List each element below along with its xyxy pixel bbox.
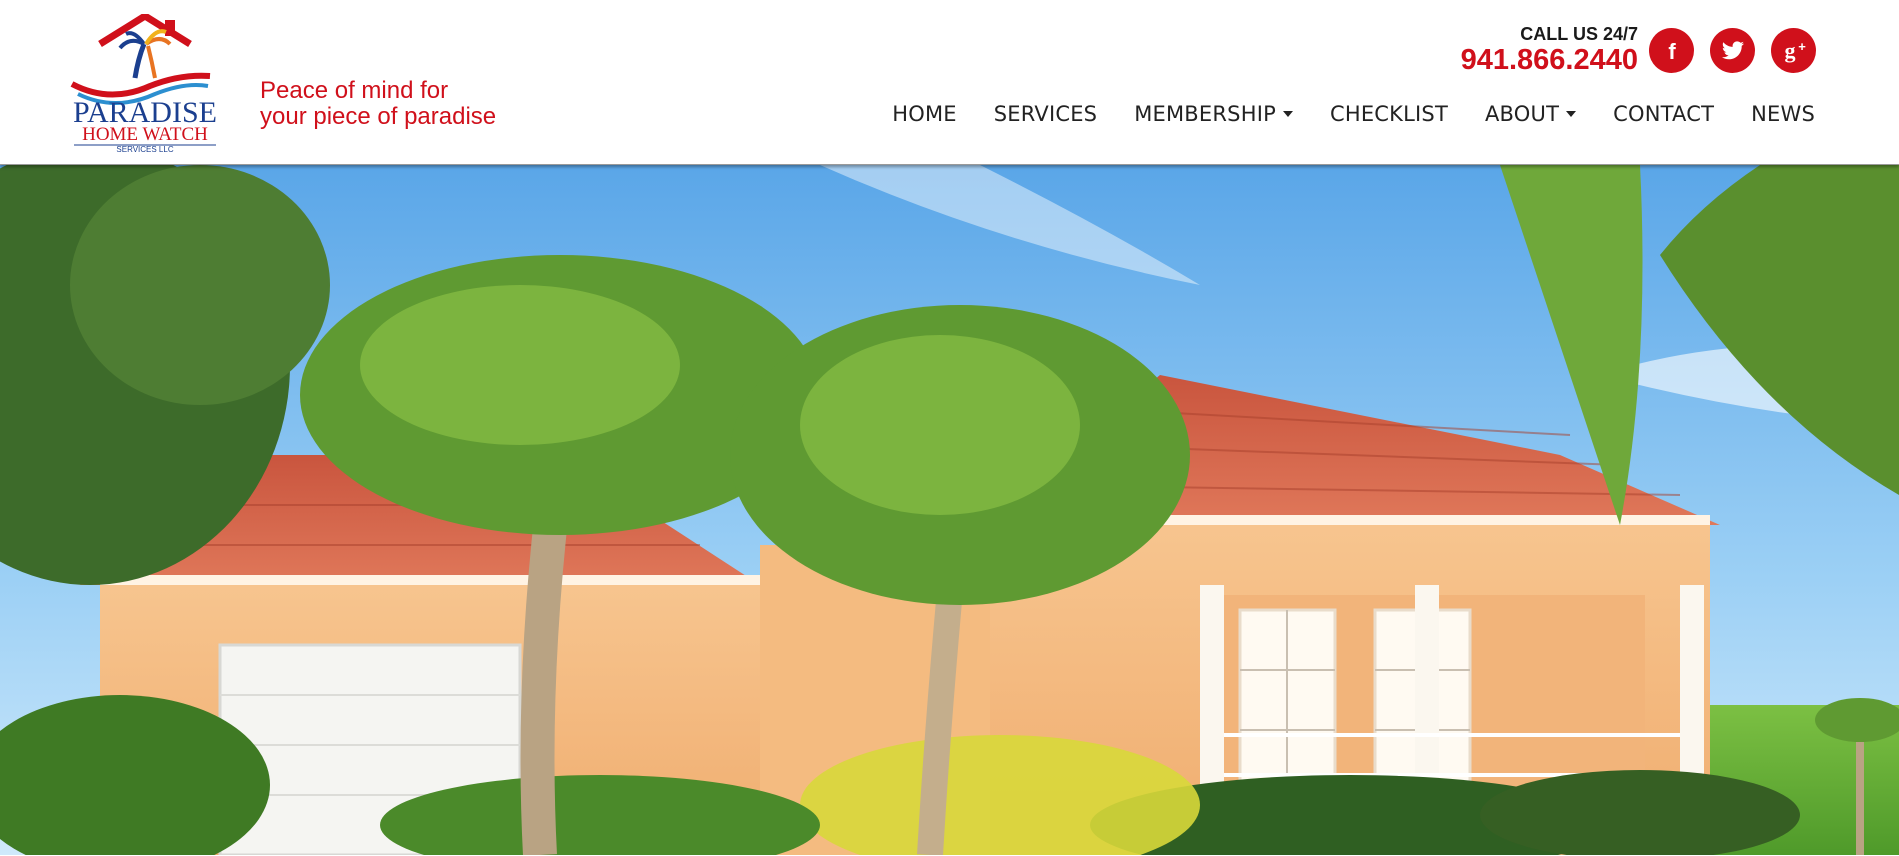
hero-illustration [0, 165, 1899, 855]
nav-home[interactable]: HOME [892, 102, 957, 126]
nav-membership[interactable]: MEMBERSHIP [1134, 102, 1293, 126]
nav-news-label: NEWS [1751, 102, 1815, 126]
nav-services[interactable]: SERVICES [994, 102, 1097, 126]
nav-about-label: ABOUT [1484, 102, 1560, 126]
nav-checklist-label: CHECKLIST [1329, 102, 1448, 126]
hero-image [0, 165, 1899, 855]
main-nav: HOME SERVICES MEMBERSHIP CHECKLIST ABOUT… [855, 102, 1815, 126]
tagline-line-2: your piece of paradise [260, 103, 497, 130]
logo-text-services: SERVICES LLC [116, 145, 173, 154]
tagline: Peace of mind for your piece of paradise [260, 78, 496, 130]
nav-contact[interactable]: CONTACT [1613, 102, 1714, 126]
caret-down-icon [1282, 111, 1293, 117]
twitter-icon[interactable] [1710, 28, 1755, 73]
facebook-icon[interactable]: f [1649, 28, 1694, 73]
site-logo[interactable]: PARADISE HOME WATCH SERVICES LLC [60, 12, 230, 154]
svg-text:f: f [1668, 39, 1676, 63]
tagline-line-1: Peace of mind for [260, 77, 449, 104]
logo-text-home-watch: HOME WATCH [82, 124, 208, 145]
call-us-label: CALL US 24/7 [1520, 24, 1638, 44]
google-plus-icon[interactable]: g + [1771, 28, 1816, 73]
nav-checklist[interactable]: CHECKLIST [1330, 102, 1448, 126]
nav-news[interactable]: NEWS [1751, 102, 1815, 126]
nav-services-label: SERVICES [993, 102, 1098, 126]
caret-down-icon [1566, 111, 1577, 117]
nav-contact-label: CONTACT [1613, 102, 1715, 126]
logo-graphic: PARADISE HOME WATCH SERVICES LLC [70, 12, 217, 154]
nav-home-label: HOME [892, 102, 957, 126]
nav-membership-label: MEMBERSHIP [1134, 102, 1276, 126]
call-us-block: CALL US 24/7 941.866.2440 [1461, 24, 1638, 76]
site-header: PARADISE HOME WATCH SERVICES LLC Peace o… [0, 0, 1899, 165]
svg-text:g: g [1784, 39, 1795, 63]
nav-about[interactable]: ABOUT [1484, 102, 1577, 126]
svg-text:+: + [1798, 39, 1806, 54]
phone-number[interactable]: 941.866.2440 [1461, 44, 1638, 76]
